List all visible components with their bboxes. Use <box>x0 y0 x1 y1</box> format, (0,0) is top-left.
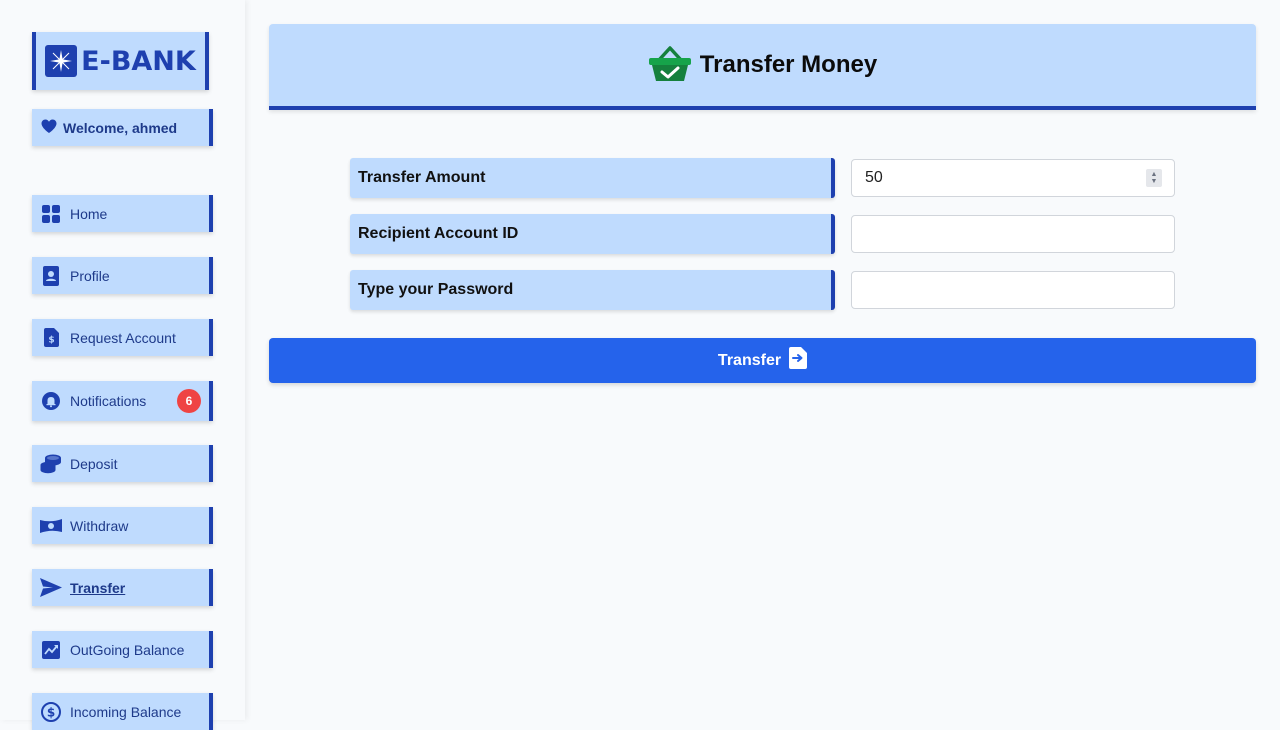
sidebar-item-home[interactable]: Home <box>32 195 213 232</box>
sidebar-item-label: Profile <box>70 267 110 284</box>
transfer-button-label: Transfer <box>717 351 782 369</box>
sidebar-item-request-account[interactable]: $ Request Account <box>32 319 213 356</box>
file-arrow-right-icon <box>789 347 808 374</box>
sidebar-item-label: Request Account <box>70 329 176 346</box>
sidebar-item-label: Notifications <box>70 393 147 409</box>
brand-logo[interactable]: E-BANK <box>32 32 209 90</box>
brand-name: E-BANK <box>81 45 196 77</box>
transfer-amount-label: Transfer Amount <box>350 158 835 198</box>
sidebar-item-incoming-balance[interactable]: $ Incoming Balance <box>32 693 213 730</box>
welcome-banner: Welcome, ahmed <box>32 109 213 146</box>
coins-icon <box>40 453 62 475</box>
paper-plane-icon <box>40 577 62 599</box>
page-header: Transfer Money <box>269 24 1256 110</box>
recipient-account-label: Recipient Account ID <box>350 214 835 254</box>
transfer-amount-value: 50 <box>865 169 883 186</box>
number-spinner[interactable]: ▲ ▼ <box>1146 169 1162 187</box>
circle-dollar-icon: $ <box>40 701 62 723</box>
sidebar-item-withdraw[interactable]: Withdraw <box>32 507 213 544</box>
heart-icon <box>41 119 57 137</box>
svg-text:$: $ <box>48 336 54 346</box>
basket-check-icon <box>648 43 692 88</box>
svg-text:$: $ <box>47 705 55 719</box>
sidebar-item-transfer[interactable]: Transfer <box>32 569 213 606</box>
sidebar-item-label: Incoming Balance <box>70 703 182 720</box>
transfer-amount-input[interactable]: 50 ▲ ▼ <box>851 159 1175 197</box>
sparkle-logo-icon <box>45 45 78 77</box>
welcome-text: Welcome, ahmed <box>63 119 178 136</box>
sidebar-item-label: Deposit <box>70 455 118 472</box>
id-card-icon <box>40 265 62 287</box>
chevron-up-icon[interactable]: ▲ <box>1151 171 1158 178</box>
sidebar-item-label: Withdraw <box>70 517 129 534</box>
sidebar-item-label: Transfer <box>70 579 126 596</box>
bell-icon <box>40 390 62 412</box>
grid-icon <box>40 203 62 225</box>
sidebar: E-BANK Welcome, ahmed Home Profile $ Req… <box>0 0 245 730</box>
chevron-down-icon[interactable]: ▼ <box>1151 178 1158 185</box>
transfer-button[interactable]: Transfer <box>269 338 1256 383</box>
sidebar-item-profile[interactable]: Profile <box>32 257 213 294</box>
chart-line-icon <box>40 639 62 661</box>
password-label: Type your Password <box>350 270 835 310</box>
sidebar-item-deposit[interactable]: Deposit <box>32 445 213 482</box>
notification-count-badge: 6 <box>177 389 201 413</box>
sidebar-item-label: Home <box>70 205 108 222</box>
sidebar-item-notifications[interactable]: Notifications 6 <box>32 381 213 421</box>
money-bill-icon <box>40 515 62 537</box>
sidebar-item-outgoing-balance[interactable]: OutGoing Balance <box>32 631 213 668</box>
password-input[interactable] <box>851 271 1175 309</box>
recipient-account-input[interactable] <box>851 215 1175 253</box>
dollar-file-icon: $ <box>40 327 62 349</box>
sidebar-item-label: OutGoing Balance <box>70 641 185 658</box>
page-title: Transfer Money <box>699 51 878 78</box>
